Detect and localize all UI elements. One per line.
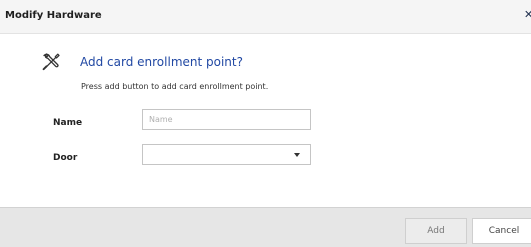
dialog-heading: Add card enrollment point? (80, 55, 243, 69)
name-input[interactable] (142, 109, 311, 130)
close-icon[interactable]: ✕ (524, 8, 531, 21)
cancel-button[interactable]: Cancel (472, 218, 531, 244)
door-select[interactable] (142, 144, 311, 165)
name-label: Name (53, 118, 83, 128)
dialog-footer: Add Cancel (0, 207, 531, 247)
door-label: Door (53, 153, 78, 163)
dialog-title: Modify Hardware (5, 10, 102, 21)
modify-hardware-dialog: Modify Hardware ✕ Add card enrollment po… (0, 0, 531, 247)
dialog-subtext: Press add button to add card enrollment … (81, 82, 269, 91)
add-button[interactable]: Add (405, 218, 467, 244)
dialog-body: Add card enrollment point? Press add but… (0, 34, 531, 207)
tools-icon (42, 53, 60, 71)
dialog-titlebar: Modify Hardware ✕ (0, 0, 531, 34)
chevron-down-icon (294, 153, 300, 157)
